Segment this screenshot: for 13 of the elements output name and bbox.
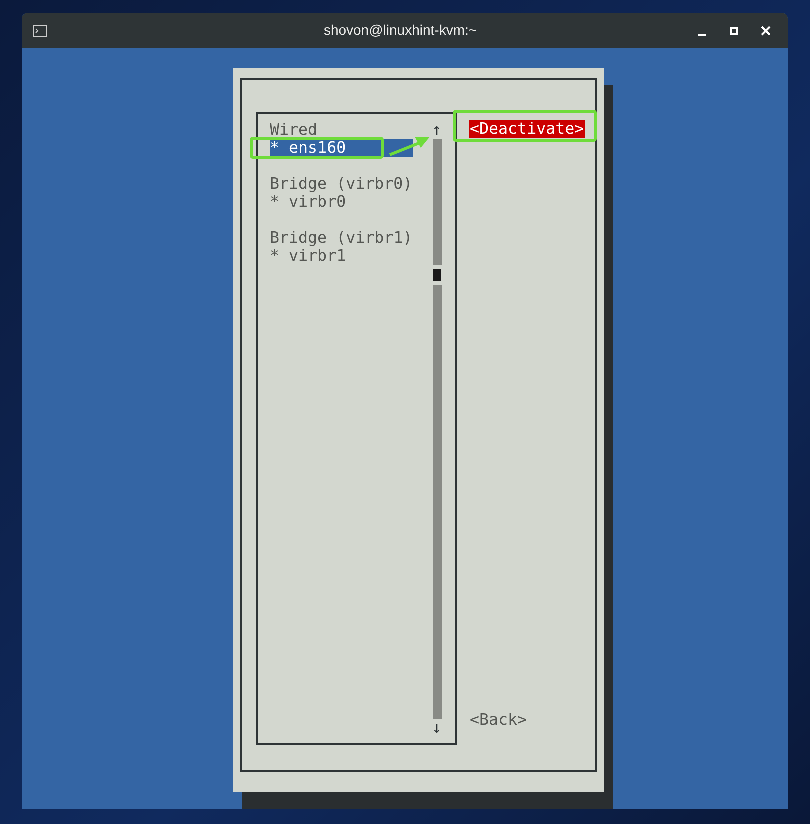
group-heading: Bridge (virbr0) — [270, 175, 413, 193]
connection-item[interactable]: * virbr1 — [270, 247, 413, 265]
group-heading: Wired — [270, 121, 319, 139]
window-title: shovon@linuxhint-kvm:~ — [322, 21, 478, 40]
terminal-icon — [33, 24, 47, 36]
action-button[interactable]: <Back> — [469, 711, 528, 729]
scroll-down-arrow[interactable]: ↓ — [432, 719, 442, 737]
action-button[interactable]: <Deactivate> — [469, 120, 586, 138]
scrollbar-thumb[interactable] — [433, 269, 441, 281]
connection-item[interactable]: * virbr0 — [270, 193, 413, 211]
close-icon — [761, 26, 771, 36]
scroll-up-arrow[interactable]: ↑ — [432, 121, 442, 139]
group-heading: Bridge (virbr1) — [270, 229, 413, 247]
